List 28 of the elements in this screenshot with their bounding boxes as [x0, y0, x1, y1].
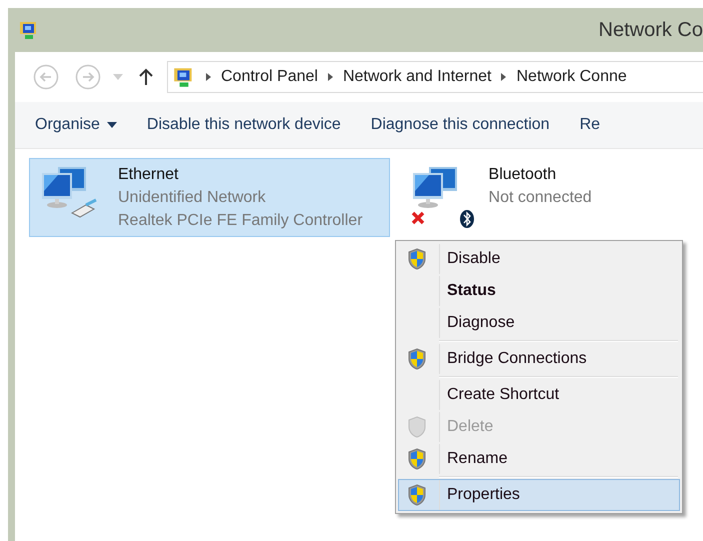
up-arrow-icon[interactable]	[139, 68, 153, 86]
adapter-tile[interactable]: Bluetooth Not connected	[400, 158, 619, 234]
breadcrumb-item[interactable]: Network Conne	[516, 65, 627, 89]
menu-item[interactable]: Status	[396, 275, 682, 307]
menu-item[interactable]: Disable	[396, 243, 682, 275]
chevron-icon[interactable]	[206, 73, 211, 81]
address-bar[interactable]: Control Panel Network and Internet Network Conne	[167, 61, 703, 93]
breadcrumb-item[interactable]: Network and Internet	[342, 65, 492, 89]
adapter-name: Bluetooth	[488, 165, 558, 185]
adapter-device: Realtek PCIe FE Family Controller	[118, 211, 363, 231]
menu-item[interactable]: Create Shortcut	[396, 375, 682, 411]
chevron-icon[interactable]	[501, 73, 506, 81]
menu-item: Delete	[396, 411, 682, 443]
caret-icon[interactable]	[106, 122, 117, 128]
toolbar-button[interactable]: Disable this network device	[146, 113, 341, 137]
adapter-name: Ethernet	[118, 165, 180, 185]
chevron-icon[interactable]	[328, 73, 333, 81]
window-title: Network Co	[598, 18, 703, 43]
menu-item[interactable]: Bridge Connections	[396, 339, 682, 375]
menu-item[interactable]: Rename	[396, 443, 682, 475]
adapter-tile[interactable]: Ethernet Unidentified Network Realtek PCIe FE Family Controller	[29, 158, 390, 237]
toolbar-button[interactable]: Diagnose this connection	[370, 113, 550, 137]
adapter-status: Unidentified Network	[118, 188, 267, 208]
adapter-status: Not connected	[488, 188, 592, 208]
toolbar-button[interactable]: Organise	[35, 113, 117, 137]
menu-item[interactable]: Diagnose	[396, 307, 682, 339]
toolbar-button[interactable]: Re	[580, 113, 600, 137]
breadcrumb-item[interactable]: Control Panel	[221, 65, 318, 89]
